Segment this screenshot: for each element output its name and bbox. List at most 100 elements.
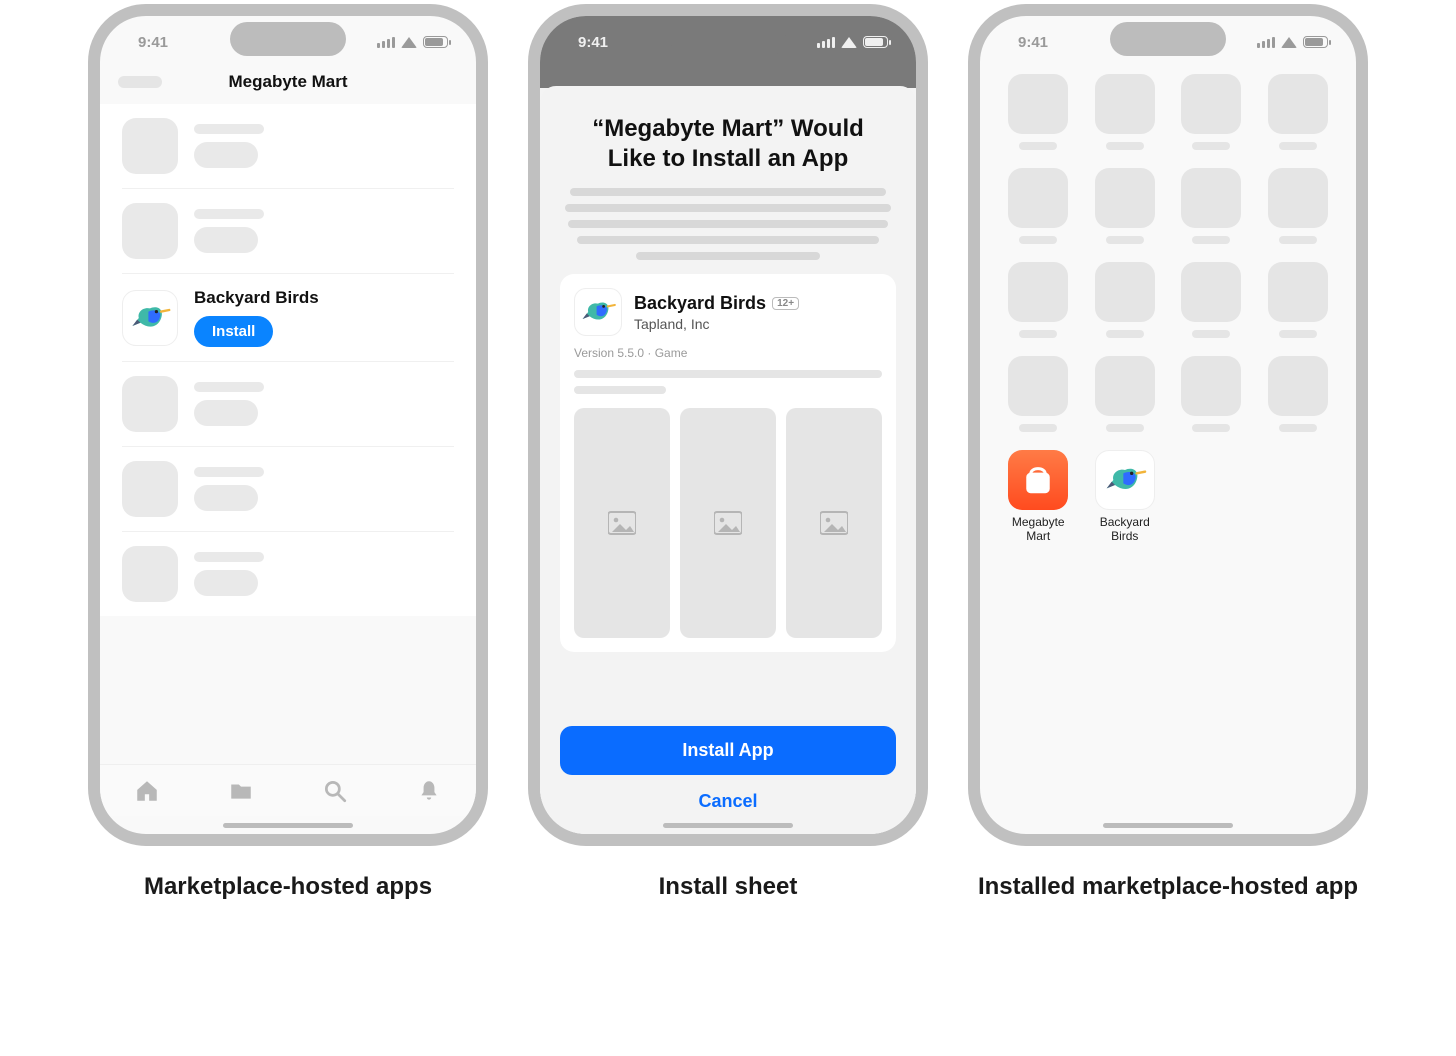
placeholder-line bbox=[194, 552, 264, 562]
cellular-icon bbox=[377, 37, 395, 48]
battery-icon bbox=[1303, 36, 1328, 48]
app-icon-placeholder bbox=[122, 376, 178, 432]
battery-icon bbox=[863, 36, 888, 48]
screenshot-placeholder bbox=[574, 408, 670, 638]
app-placeholder[interactable] bbox=[1004, 356, 1073, 432]
placeholder-button bbox=[194, 142, 258, 168]
list-item-backyard-birds[interactable]: Backyard Birds Install bbox=[122, 274, 454, 362]
backyard-birds-icon bbox=[574, 288, 622, 336]
app-label: Backyard Birds bbox=[1091, 516, 1160, 544]
folder-icon[interactable] bbox=[228, 778, 254, 804]
cancel-button[interactable]: Cancel bbox=[692, 785, 763, 818]
column-marketplace: 9:41 Megabyte Mart bbox=[88, 4, 488, 902]
app-placeholder[interactable] bbox=[1091, 74, 1160, 150]
home-indicator bbox=[223, 823, 353, 828]
caption: Installed marketplace-hosted app bbox=[978, 872, 1358, 902]
screenshot-placeholder bbox=[680, 408, 776, 638]
placeholder-button bbox=[194, 485, 258, 511]
phone-marketplace: 9:41 Megabyte Mart bbox=[88, 4, 488, 846]
app-name: Backyard Birds bbox=[194, 288, 319, 308]
placeholder-button bbox=[194, 400, 258, 426]
list-item[interactable] bbox=[122, 532, 454, 616]
placeholder-line bbox=[574, 370, 882, 378]
app-icon-placeholder bbox=[122, 203, 178, 259]
placeholder-button bbox=[194, 227, 258, 253]
backyard-birds-icon bbox=[1095, 450, 1155, 510]
placeholder-line bbox=[574, 386, 666, 394]
placeholder-button bbox=[194, 570, 258, 596]
app-placeholder[interactable] bbox=[1264, 356, 1333, 432]
search-icon[interactable] bbox=[322, 778, 348, 804]
nav-title: Megabyte Mart bbox=[228, 72, 347, 92]
list-item[interactable] bbox=[122, 104, 454, 189]
status-time: 9:41 bbox=[1018, 34, 1048, 51]
navigation-bar: Megabyte Mart bbox=[100, 64, 476, 100]
app-placeholder[interactable] bbox=[1177, 262, 1246, 338]
age-rating-badge: 12+ bbox=[772, 297, 799, 310]
app-label: Megabyte Mart bbox=[1004, 516, 1073, 544]
app-info-card: Backyard Birds 12+ Tapland, Inc Version … bbox=[560, 274, 896, 652]
bell-icon[interactable] bbox=[416, 778, 442, 804]
home-indicator bbox=[663, 823, 793, 828]
install-sheet: “Megabyte Mart” Would Like to Install an… bbox=[540, 86, 916, 834]
app-placeholder[interactable] bbox=[1004, 168, 1073, 244]
placeholder-line bbox=[194, 382, 264, 392]
app-backyard-birds[interactable]: Backyard Birds bbox=[1091, 450, 1160, 544]
status-time: 9:41 bbox=[138, 34, 168, 51]
list-item[interactable] bbox=[122, 362, 454, 447]
sheet-title: “Megabyte Mart” Would Like to Install an… bbox=[572, 114, 884, 174]
status-time: 9:41 bbox=[578, 34, 608, 51]
column-install-sheet: 9:41 “Megabyte Mart” Would Like to Insta… bbox=[528, 4, 928, 902]
app-placeholder[interactable] bbox=[1091, 356, 1160, 432]
cellular-icon bbox=[1257, 37, 1275, 48]
wifi-icon bbox=[841, 37, 857, 48]
app-placeholder[interactable] bbox=[1091, 168, 1160, 244]
back-button-placeholder[interactable] bbox=[118, 76, 162, 88]
app-placeholder[interactable] bbox=[1264, 74, 1333, 150]
dynamic-island bbox=[670, 22, 786, 56]
dynamic-island bbox=[230, 22, 346, 56]
list-item[interactable] bbox=[122, 189, 454, 274]
caption: Install sheet bbox=[659, 872, 798, 902]
app-placeholder[interactable] bbox=[1091, 262, 1160, 338]
app-icon-placeholder bbox=[122, 118, 178, 174]
placeholder-line bbox=[194, 124, 264, 134]
placeholder-line bbox=[194, 209, 264, 219]
app-placeholder[interactable] bbox=[1177, 74, 1246, 150]
developer-name: Tapland, Inc bbox=[634, 316, 799, 332]
app-placeholder[interactable] bbox=[1264, 168, 1333, 244]
install-button[interactable]: Install bbox=[194, 316, 273, 347]
screenshots-row bbox=[574, 408, 882, 638]
phone-home-screen: 9:41 bbox=[968, 4, 1368, 846]
status-icons bbox=[1257, 36, 1328, 48]
app-placeholder[interactable] bbox=[1004, 262, 1073, 338]
app-icon-placeholder bbox=[122, 461, 178, 517]
home-screen-grid: Megabyte Mart Backyard Birds bbox=[980, 64, 1356, 544]
dynamic-island bbox=[1110, 22, 1226, 56]
status-icons bbox=[817, 36, 888, 48]
install-app-button[interactable]: Install App bbox=[560, 726, 896, 775]
placeholder-line bbox=[194, 467, 264, 477]
app-icon-placeholder bbox=[122, 546, 178, 602]
wifi-icon bbox=[401, 37, 417, 48]
caption: Marketplace-hosted apps bbox=[144, 872, 432, 902]
app-placeholder[interactable] bbox=[1264, 262, 1333, 338]
backyard-birds-icon bbox=[122, 290, 178, 346]
app-placeholder[interactable] bbox=[1177, 356, 1246, 432]
app-megabyte-mart[interactable]: Megabyte Mart bbox=[1004, 450, 1073, 544]
list-item[interactable] bbox=[122, 447, 454, 532]
column-home-screen: 9:41 bbox=[968, 4, 1368, 902]
cellular-icon bbox=[817, 37, 835, 48]
phone-install-sheet: 9:41 “Megabyte Mart” Would Like to Insta… bbox=[528, 4, 928, 846]
app-placeholder[interactable] bbox=[1177, 168, 1246, 244]
home-icon[interactable] bbox=[134, 778, 160, 804]
description-placeholder bbox=[560, 188, 896, 260]
battery-icon bbox=[423, 36, 448, 48]
status-icons bbox=[377, 36, 448, 48]
home-indicator bbox=[1103, 823, 1233, 828]
app-placeholder[interactable] bbox=[1004, 74, 1073, 150]
megabyte-mart-icon bbox=[1008, 450, 1068, 510]
app-name: Backyard Birds bbox=[634, 293, 766, 314]
wifi-icon bbox=[1281, 37, 1297, 48]
screenshot-placeholder bbox=[786, 408, 882, 638]
